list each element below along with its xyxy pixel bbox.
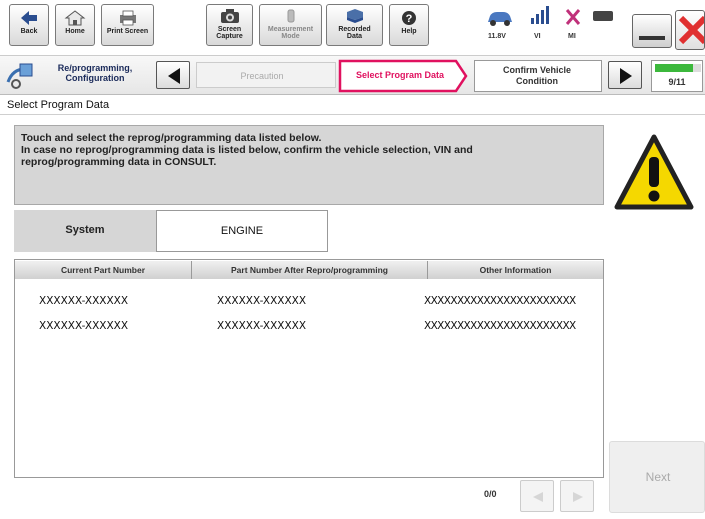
recorded-data-button[interactable]: Recorded Data [326, 4, 383, 46]
page-up-icon [533, 492, 543, 502]
progress-track [655, 64, 701, 72]
close-icon [678, 15, 704, 45]
header-current-part-number: Current Part Number [15, 261, 192, 279]
step-confirm-vehicle[interactable]: Confirm Vehicle Condition [474, 60, 602, 92]
message-line-1: Touch and select the reprog/programming … [21, 132, 322, 144]
other-info-cell: XXXXXXXXXXXXXXXXXXXXXXX [424, 320, 576, 332]
workflow-bar: Re/programming, Configuration Precaution… [0, 55, 705, 95]
home-icon [64, 10, 86, 26]
progress-text: 9/11 [668, 77, 686, 87]
measurement-icon [287, 9, 294, 23]
current-part-number-cell: XXXXXX-XXXXXX [39, 320, 129, 332]
minimize-icon [639, 36, 665, 40]
minimize-button[interactable] [632, 14, 672, 48]
back-arrow-icon [21, 11, 37, 25]
system-value-cell: ENGINE [156, 210, 328, 252]
message-line-2: In case no reprog/programming data is li… [21, 144, 473, 156]
next-button[interactable]: Next [609, 441, 705, 513]
breadcrumb-root: Re/programming, Configuration [57, 63, 133, 83]
header-part-number-after: Part Number After Repro/programming [192, 261, 428, 279]
current-part-number-cell: XXXXXX-XXXXXX [39, 295, 129, 307]
vi-signal-icon [531, 6, 549, 24]
previous-step-button[interactable] [156, 61, 190, 89]
home-button[interactable]: Home [55, 4, 95, 46]
recorded-data-icon [346, 9, 363, 23]
print-screen-button[interactable]: Print Screen [101, 4, 154, 46]
battery-icon [593, 11, 613, 21]
system-label: System [65, 224, 105, 236]
arrow-right-icon [620, 68, 632, 84]
table-row[interactable]: XXXXXX-XXXXXX XXXXXX-XXXXXX XXXXXXXXXXXX… [15, 317, 603, 337]
after-part-number-cell: XXXXXX-XXXXXX [217, 320, 307, 332]
header-other-information: Other Information [428, 261, 603, 279]
system-value: ENGINE [220, 225, 264, 237]
step-precaution[interactable]: Precaution [196, 62, 336, 88]
help-icon: ? [402, 11, 416, 25]
mi-disconnected-icon [565, 9, 581, 25]
car-battery-icon [488, 12, 512, 26]
arrow-left-icon [168, 68, 180, 84]
title-divider [0, 114, 705, 115]
instruction-message: Touch and select the reprog/programming … [14, 125, 604, 205]
reprogramming-icon [6, 63, 33, 89]
camera-icon [220, 9, 239, 23]
back-button[interactable]: Back [9, 4, 49, 46]
other-info-cell: XXXXXXXXXXXXXXXXXXXXXXX [424, 295, 576, 307]
measurement-mode-button[interactable]: Measurement Mode [259, 4, 322, 46]
status-indicators: 11.8V VI MI [485, 6, 615, 46]
next-step-button[interactable] [608, 61, 642, 89]
progress-fill [655, 64, 693, 72]
vi-label: VI [534, 33, 541, 40]
page-title: Select Program Data [7, 99, 110, 111]
page-up-button[interactable] [520, 480, 554, 512]
page-down-button[interactable] [560, 480, 594, 512]
table-row[interactable]: XXXXXX-XXXXXX XXXXXX-XXXXXX XXXXXXXXXXXX… [15, 292, 603, 312]
toolbar: Back Home Print Screen Screen Capture Me… [0, 0, 705, 53]
next-button-label: Next [645, 470, 671, 484]
message-line-3: reprog/programming data in CONSULT. [21, 156, 217, 168]
page-counter: 0/0 [484, 489, 497, 499]
warning-icon [614, 134, 694, 210]
system-label-cell: System [14, 210, 156, 252]
close-button[interactable] [675, 10, 705, 50]
help-button[interactable]: ? Help [389, 4, 429, 46]
screen-capture-button[interactable]: Screen Capture [206, 4, 253, 46]
progress-indicator: 9/11 [651, 60, 703, 92]
printer-icon [119, 10, 136, 26]
page-down-icon [573, 492, 583, 502]
svg-text:?: ? [406, 13, 413, 25]
voltage-text: 11.8V [488, 33, 506, 40]
step-select-program-data[interactable]: Select Program Data [344, 70, 456, 80]
mi-label: MI [568, 33, 576, 40]
after-part-number-cell: XXXXXX-XXXXXX [217, 295, 307, 307]
